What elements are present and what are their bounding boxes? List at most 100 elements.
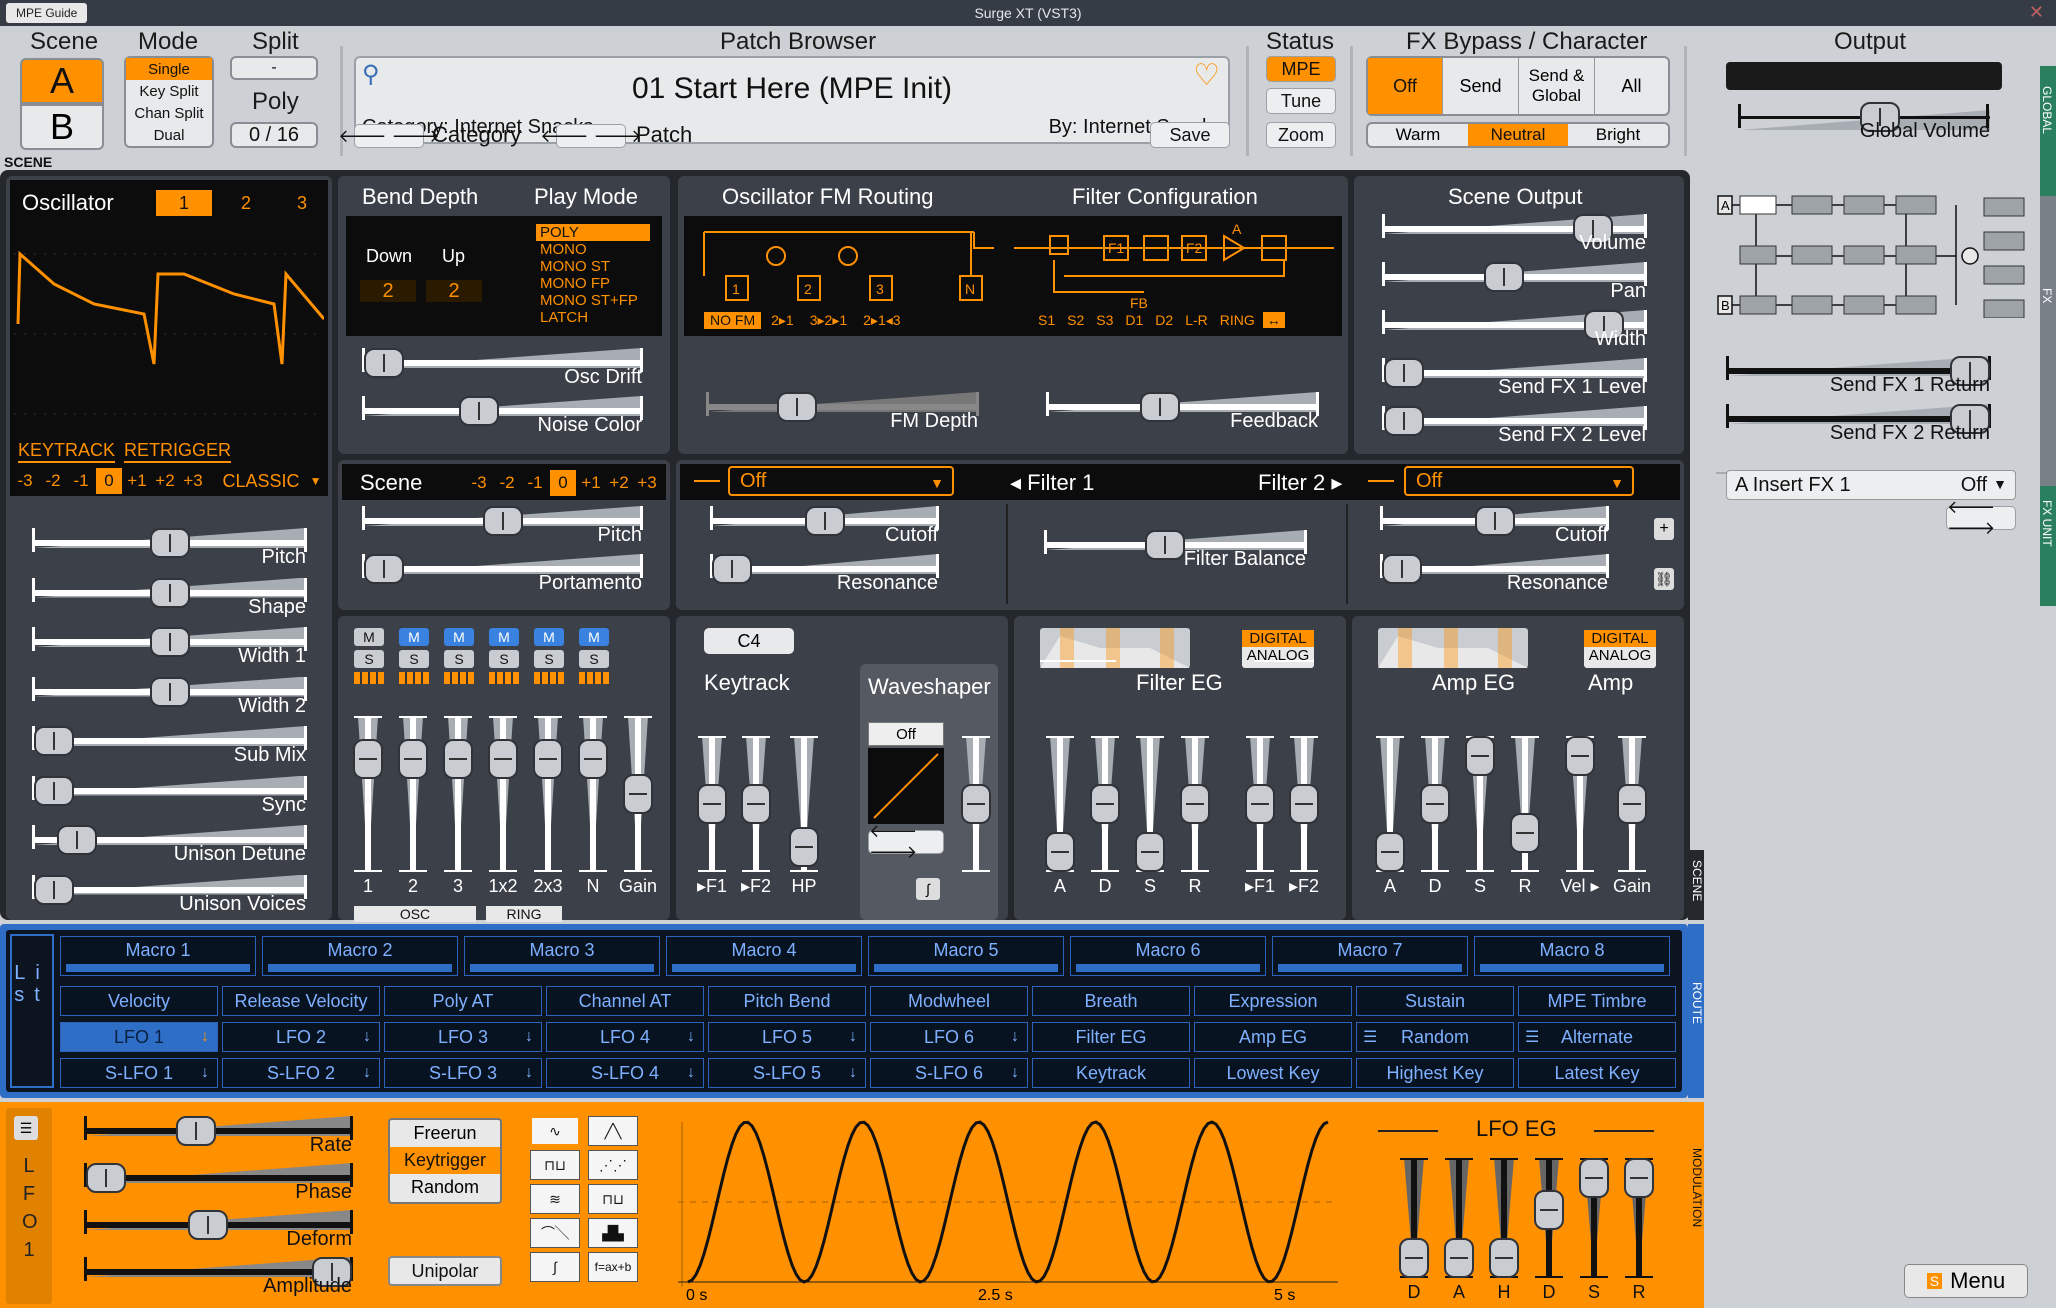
lfo-eg-0-fader[interactable]: D bbox=[1396, 1158, 1432, 1308]
insert-fx-selector[interactable]: A Insert FX 1 Off ▼ bbox=[1726, 470, 2016, 500]
fx-off-button[interactable]: Off bbox=[1368, 58, 1442, 114]
lfo-trigger-keytrigger[interactable]: Keytrigger bbox=[390, 1147, 500, 1174]
osc-octave-3[interactable]: -3 bbox=[12, 468, 38, 494]
scene-octave-zero[interactable]: 0 bbox=[550, 470, 576, 496]
lfo-eg-3-fader[interactable]: D bbox=[1531, 1158, 1567, 1308]
arrow-right-icon[interactable]: 🡒 bbox=[594, 126, 642, 147]
unipolar-button[interactable]: Unipolar bbox=[388, 1256, 502, 1286]
route-indicator-0[interactable] bbox=[354, 672, 384, 684]
amp-velocity-fader[interactable]: Vel ▸ bbox=[1560, 736, 1600, 902]
fm-mode-selector[interactable]: NO FM 2▸1 3▸2▸1 2▸1◂3 bbox=[704, 312, 907, 329]
fx-send-button[interactable]: Send bbox=[1442, 58, 1518, 114]
mod-source-s-lfo-4[interactable]: S-LFO 4 ↓ bbox=[546, 1058, 704, 1088]
lfo-eg-4-fader[interactable]: S bbox=[1576, 1158, 1612, 1308]
mod-source-lfo-4[interactable]: LFO 4 ↓ bbox=[546, 1022, 704, 1052]
mixer-2x3-fader[interactable]: 2x3 bbox=[530, 716, 566, 902]
amp-eg-analog[interactable]: ANALOG bbox=[1584, 647, 1656, 664]
scene-pan-slider[interactable]: Pan bbox=[1382, 262, 1647, 308]
route-indicator-2[interactable] bbox=[444, 672, 474, 684]
filter-eg-d-fader[interactable]: D bbox=[1087, 736, 1123, 902]
osc-octave-2[interactable]: +2 bbox=[152, 468, 178, 494]
scene-octave-2[interactable]: +2 bbox=[606, 470, 632, 496]
retrigger-toggle[interactable]: RETRIGGER bbox=[124, 440, 232, 463]
mod-source-expression[interactable]: Expression bbox=[1194, 986, 1352, 1016]
mod-source-velocity[interactable]: Velocity bbox=[60, 986, 218, 1016]
mixer-1-fader[interactable]: 1 bbox=[350, 716, 386, 902]
lfo-shape-selector[interactable]: ∿ ╱╲ ⊓⊔ ⋰⋰ ≋ ⊓⊔ ⌒╲ ▟▙ ∫ f=ax+b bbox=[530, 1116, 644, 1288]
osc-octave-zero[interactable]: 0 bbox=[96, 468, 122, 494]
arrow-down-icon[interactable]: ↓ bbox=[1011, 1064, 1019, 1082]
amp-eg-digital[interactable]: DIGITAL bbox=[1584, 630, 1656, 647]
fm-depth-slider[interactable]: FM Depth bbox=[706, 392, 979, 438]
lfo-shape-sine-icon[interactable]: ∿ bbox=[530, 1116, 580, 1146]
arrow-down-icon[interactable]: ↓ bbox=[687, 1028, 695, 1046]
osc-sub-mix-slider[interactable]: Sub Mix bbox=[32, 726, 307, 772]
modulation-tab[interactable]: MODULATION bbox=[1688, 1102, 1704, 1308]
amp-eg-r-fader[interactable]: R bbox=[1507, 736, 1543, 902]
lfo-trigger-random[interactable]: Random bbox=[390, 1174, 500, 1201]
macro-6[interactable]: Macro 6 bbox=[1070, 936, 1266, 976]
lfo-shape-envelope-icon[interactable]: ⌒╲ bbox=[530, 1218, 580, 1248]
macro-bar[interactable] bbox=[1075, 964, 1261, 972]
osc-drift-slider[interactable]: Osc Drift bbox=[362, 348, 643, 394]
fx-send-global-button[interactable]: Send & Global bbox=[1518, 58, 1594, 114]
mod-source-sustain[interactable]: Sustain bbox=[1356, 986, 1514, 1016]
mod-source-lfo-3[interactable]: LFO 3 ↓ bbox=[384, 1022, 542, 1052]
scene-send-fx-2-level-slider[interactable]: Send FX 2 Level bbox=[1382, 406, 1647, 452]
filter-config-mode-4[interactable]: D2 bbox=[1151, 312, 1177, 328]
scene-volume-slider[interactable]: Volume bbox=[1382, 214, 1647, 260]
osc-tab-3[interactable]: 3 bbox=[274, 190, 330, 216]
macro-bar[interactable] bbox=[267, 964, 453, 972]
mod-source-lfo-6[interactable]: LFO 6 ↓ bbox=[870, 1022, 1028, 1052]
lfo-amplitude-slider[interactable]: Amplitude bbox=[84, 1257, 353, 1303]
keytrack-toggle[interactable]: KEYTRACK bbox=[18, 440, 116, 463]
mode-key-split[interactable]: Key Split bbox=[126, 80, 212, 102]
filter-add-icon[interactable]: + bbox=[1654, 518, 1674, 540]
macro-8[interactable]: Macro 8 bbox=[1474, 936, 1670, 976]
osc-sync-slider[interactable]: Sync bbox=[32, 775, 307, 822]
filter-config-mode-0[interactable]: S1 bbox=[1034, 312, 1059, 328]
mod-source-filter-eg[interactable]: Filter EG bbox=[1032, 1022, 1190, 1052]
macro-bar[interactable] bbox=[873, 964, 1059, 972]
play-mode-list[interactable]: POLY MONO MONO ST MONO FP MONO ST+FP LATCH bbox=[536, 224, 650, 326]
macro-4[interactable]: Macro 4 bbox=[666, 936, 862, 976]
lfo-presets-icon[interactable]: ☰ bbox=[14, 1116, 38, 1140]
global-tab[interactable]: GLOBAL bbox=[2040, 86, 2054, 134]
lfo-eg-1-fader[interactable]: A bbox=[1441, 1158, 1477, 1308]
keytrack-root-note[interactable]: C4 bbox=[704, 628, 794, 654]
scene-tab[interactable]: SCENE bbox=[1688, 850, 1704, 920]
mute-button-5[interactable]: M bbox=[579, 628, 609, 646]
lfo-shape-triangle-icon[interactable]: ╱╲ bbox=[588, 1116, 638, 1146]
portamento-slider[interactable]: Portamento bbox=[362, 554, 643, 600]
filter-1-label[interactable]: ◂ Filter 1 bbox=[1010, 470, 1094, 496]
bend-down-value[interactable]: 2 bbox=[360, 280, 416, 302]
mod-source-s-lfo-3[interactable]: S-LFO 3 ↓ bbox=[384, 1058, 542, 1088]
arrow-down-icon[interactable]: ↓ bbox=[849, 1028, 857, 1046]
play-mode-mono[interactable]: MONO bbox=[536, 241, 650, 258]
scene-octave-3[interactable]: +3 bbox=[634, 470, 660, 496]
mod-source-mpe-timbre[interactable]: MPE Timbre bbox=[1518, 986, 1676, 1016]
mod-source-channel-at[interactable]: Channel AT bbox=[546, 986, 704, 1016]
mute-button-3[interactable]: M bbox=[489, 628, 519, 646]
mod-source-lfo-2[interactable]: LFO 2 ↓ bbox=[222, 1022, 380, 1052]
filter-eg-to-f1-fader[interactable]: ▸F1 bbox=[1242, 736, 1278, 902]
filter-eg-r-fader[interactable]: R bbox=[1177, 736, 1213, 902]
filter-config-mode-2[interactable]: S3 bbox=[1092, 312, 1117, 328]
mute-button-4[interactable]: M bbox=[534, 628, 564, 646]
scene-a-button[interactable]: A bbox=[20, 58, 104, 104]
macro-bar[interactable] bbox=[65, 964, 251, 972]
filter-1-cutoff-slider[interactable]: Cutoff bbox=[710, 506, 939, 552]
keytrack-f1-fader[interactable]: ▸F1 bbox=[694, 736, 730, 902]
play-mode-poly[interactable]: POLY bbox=[536, 224, 650, 241]
mod-source-lfo-1[interactable]: LFO 1 ↓ bbox=[60, 1022, 218, 1052]
macro-3[interactable]: Macro 3 bbox=[464, 936, 660, 976]
fx-unit-tab[interactable]: FX UNIT bbox=[2040, 500, 2054, 547]
lfo-trigger-freerun[interactable]: Freerun bbox=[390, 1120, 500, 1147]
filter-1-resonance-slider[interactable]: Resonance bbox=[710, 554, 939, 600]
keytrack-f2-fader[interactable]: ▸F2 bbox=[738, 736, 774, 902]
osc-unison-detune-slider[interactable]: Unison Detune bbox=[32, 825, 307, 871]
arrow-left-icon[interactable]: 🡐 bbox=[338, 126, 386, 147]
mod-source-random[interactable]: Random ☰ bbox=[1356, 1022, 1514, 1052]
scene-send-fx-1-level-slider[interactable]: Send FX 1 Level bbox=[1382, 358, 1647, 404]
close-icon[interactable]: ✕ bbox=[2029, 2, 2044, 23]
